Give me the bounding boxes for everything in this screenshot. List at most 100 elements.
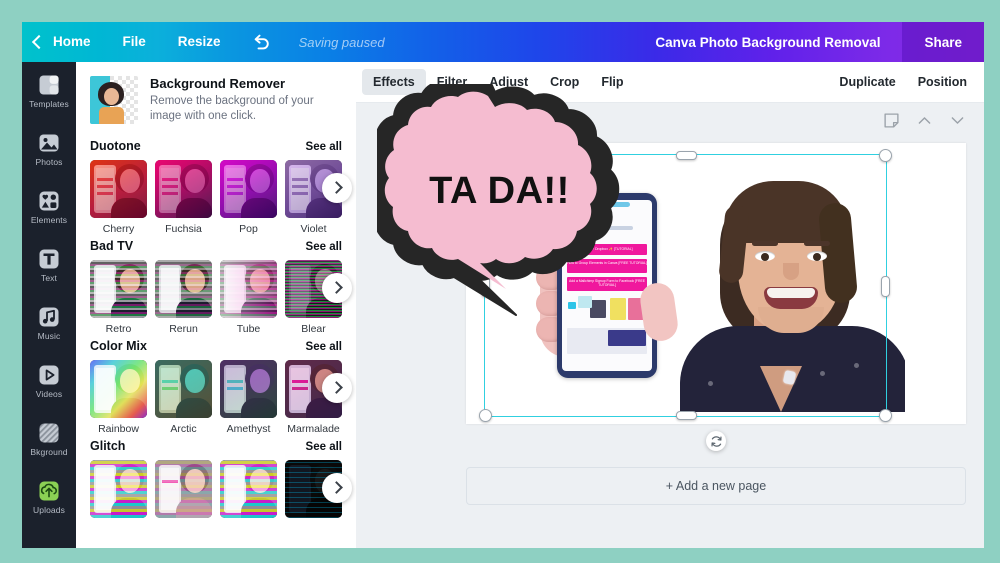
- chevron-right-icon: [330, 381, 343, 394]
- document-title: Canva Photo Background Removal: [655, 35, 902, 50]
- rotate-handle[interactable]: [706, 431, 726, 451]
- effect-item-tube[interactable]: Tube: [220, 260, 277, 335]
- share-button[interactable]: Share: [902, 22, 984, 62]
- section-header: Color Mix See all: [90, 339, 342, 353]
- effect-thumbnail: [90, 260, 147, 318]
- background-remover-text: Background Remover Remove the background…: [150, 76, 342, 125]
- see-all-link[interactable]: See all: [306, 341, 342, 353]
- home-button-label: Home: [53, 22, 91, 62]
- chevron-right-icon: [330, 481, 343, 494]
- folder-icon: [38, 543, 60, 549]
- speech-bubble[interactable]: TA DA!!: [377, 84, 622, 320]
- background-icon: [38, 422, 60, 444]
- effect-thumbnail: [220, 360, 277, 418]
- section-title: Color Mix: [90, 339, 147, 353]
- sidebar-label: Bkground: [30, 447, 67, 457]
- effect-item-pop[interactable]: Pop: [220, 160, 277, 235]
- next-effects-button[interactable]: [322, 173, 352, 203]
- effect-item-rerun[interactable]: Rerun: [155, 260, 212, 335]
- sidebar-item-templates[interactable]: Templates: [22, 62, 76, 120]
- effect-section-bad-tv: Bad TV See all Retro Rerun Tube Blear: [76, 239, 356, 335]
- next-effects-button[interactable]: [322, 273, 352, 303]
- sidebar-label: Music: [38, 331, 61, 341]
- music-icon: [38, 306, 60, 328]
- effect-thumbnail: [155, 360, 212, 418]
- see-all-link[interactable]: See all: [306, 241, 342, 253]
- next-effects-button[interactable]: [322, 473, 352, 503]
- see-all-link[interactable]: See all: [306, 441, 342, 453]
- section-header: Bad TV See all: [90, 239, 342, 253]
- sidebar-label: Text: [41, 273, 57, 283]
- section-header: Duotone See all: [90, 139, 342, 153]
- resize-handle-right[interactable]: [881, 276, 890, 297]
- resize-handle-bottom[interactable]: [676, 411, 697, 420]
- effect-name: Rerun: [155, 323, 212, 335]
- sidebar-label: Elements: [31, 215, 67, 225]
- rotate-icon: [710, 435, 723, 448]
- sidebar-item-uploads[interactable]: Uploads: [22, 468, 76, 526]
- resize-handle-bottom-left[interactable]: [479, 409, 492, 422]
- effect-row: [90, 460, 342, 523]
- add-new-page-button[interactable]: + Add a new page: [466, 467, 966, 505]
- duplicate-button[interactable]: Duplicate: [828, 69, 906, 95]
- effect-thumbnail: [155, 460, 212, 518]
- effect-row: Retro Rerun Tube Blear: [90, 260, 342, 335]
- position-button[interactable]: Position: [907, 69, 978, 95]
- effect-item-fuchsia[interactable]: Fuchsia: [155, 160, 212, 235]
- effect-thumbnail: [155, 160, 212, 218]
- effect-item-glitch-3[interactable]: [220, 460, 277, 523]
- effect-section-color-mix: Color Mix See all Rainbow Arctic Amethys…: [76, 339, 356, 435]
- home-button[interactable]: Home: [22, 22, 107, 62]
- effect-name: Fuchsia: [155, 223, 212, 235]
- next-effects-button[interactable]: [322, 373, 352, 403]
- sidebar-item-videos[interactable]: Videos: [22, 352, 76, 410]
- chevron-down-icon[interactable]: [949, 112, 966, 129]
- top-header-bar: Home File Resize Saving paused Canva Pho…: [22, 22, 984, 62]
- note-page-icon[interactable]: [883, 112, 900, 129]
- file-menu-button[interactable]: File: [107, 22, 162, 62]
- resize-button[interactable]: Resize: [162, 22, 237, 62]
- effect-name: Retro: [90, 323, 147, 335]
- see-all-link[interactable]: See all: [306, 141, 342, 153]
- undo-button[interactable]: [237, 22, 285, 62]
- sidebar-label: Templates: [29, 99, 69, 109]
- effect-item-cherry[interactable]: Cherry: [90, 160, 147, 235]
- photos-icon: [38, 132, 60, 154]
- sidebar-item-photos[interactable]: Photos: [22, 120, 76, 178]
- sidebar-label: Videos: [36, 389, 62, 399]
- effect-thumbnail: [90, 360, 147, 418]
- uploads-icon: [38, 480, 60, 502]
- effect-name: Marmalade: [285, 423, 342, 435]
- speech-bubble-text: TA DA!!: [377, 170, 622, 213]
- effect-item-rainbow[interactable]: Rainbow: [90, 360, 147, 435]
- chevron-up-icon[interactable]: [916, 112, 933, 129]
- resize-handle-top[interactable]: [676, 151, 697, 160]
- chevron-right-icon: [330, 181, 343, 194]
- background-remover-card[interactable]: Background Remover Remove the background…: [76, 62, 356, 135]
- sidebar-item-text[interactable]: Text: [22, 236, 76, 294]
- section-title: Duotone: [90, 139, 141, 153]
- sidebar-item-elements[interactable]: Elements: [22, 178, 76, 236]
- effect-item-arctic[interactable]: Arctic: [155, 360, 212, 435]
- section-title: Bad TV: [90, 239, 133, 253]
- effect-item-glitch-2[interactable]: [155, 460, 212, 523]
- resize-handle-bottom-right[interactable]: [879, 409, 892, 422]
- templates-icon: [38, 74, 60, 96]
- chevron-right-icon: [330, 281, 343, 294]
- effect-thumbnail: [220, 160, 277, 218]
- resize-handle-top-right[interactable]: [879, 149, 892, 162]
- undo-icon: [251, 33, 271, 51]
- effect-item-retro[interactable]: Retro: [90, 260, 147, 335]
- elements-icon: [38, 190, 60, 212]
- effect-name: Rainbow: [90, 423, 147, 435]
- background-remover-title: Background Remover: [150, 76, 342, 91]
- text-icon: [38, 248, 60, 270]
- effect-item-glitch-1[interactable]: [90, 460, 147, 523]
- sidebar-item-background[interactable]: Bkground: [22, 410, 76, 468]
- effect-item-amethyst[interactable]: Amethyst: [220, 360, 277, 435]
- sidebar-item-music[interactable]: Music: [22, 294, 76, 352]
- effect-name: Blear: [285, 323, 342, 335]
- screenshot-root: Home File Resize Saving paused Canva Pho…: [0, 0, 1000, 563]
- effect-name: Tube: [220, 323, 277, 335]
- sidebar-item-folder[interactable]: [22, 526, 76, 548]
